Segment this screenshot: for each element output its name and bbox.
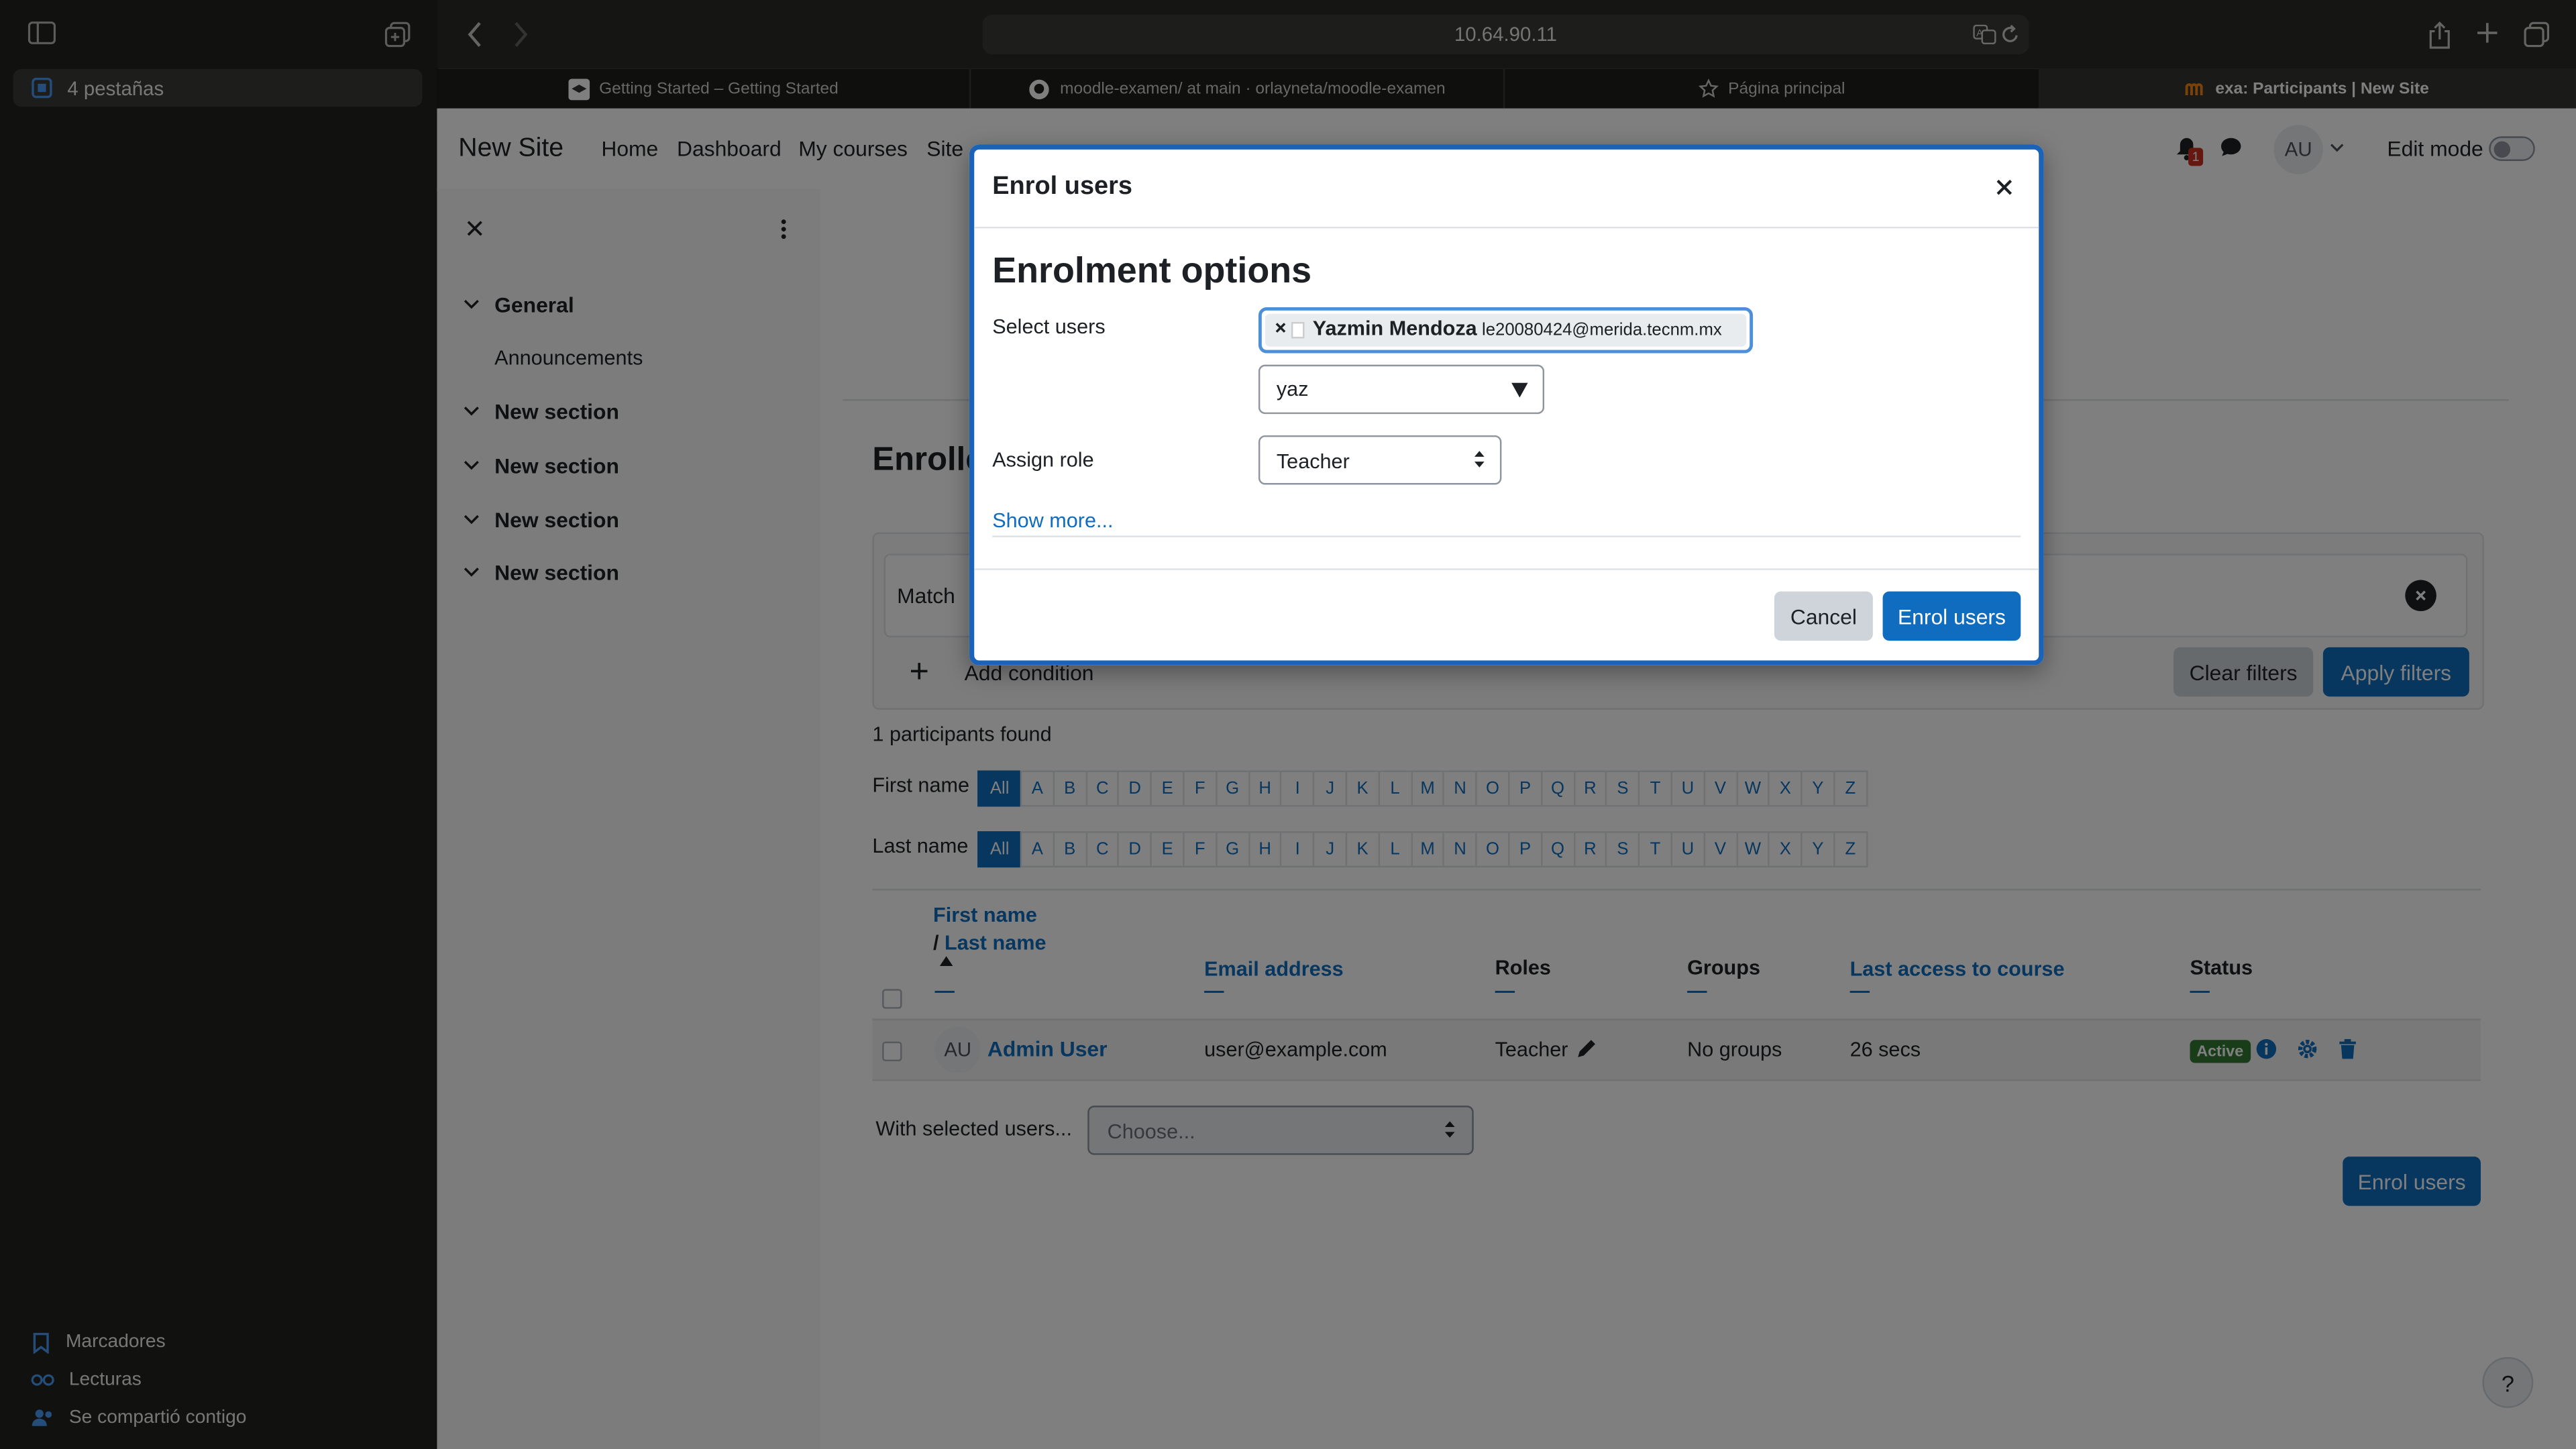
assign-role-select[interactable]: Teacher (1258, 435, 1502, 485)
remove-selection-icon[interactable] (1275, 322, 1286, 333)
modal-header-divider (974, 226, 2039, 229)
user-picture-icon (1291, 322, 1305, 339)
show-more-divider (992, 535, 2021, 537)
assign-role-label: Assign role (992, 448, 1094, 472)
modal-title: Enrol users (992, 172, 1133, 201)
assign-role-value: Teacher (1276, 450, 1350, 474)
select-users-label: Select users (992, 315, 1106, 339)
selected-user-chip[interactable]: Yazmin Mendoza le20080424@merida.tecnm.m… (1265, 313, 1747, 347)
select-caret-icon (1474, 450, 1485, 468)
modal-enrol-users-button[interactable]: Enrol users (1882, 591, 2021, 641)
enrolment-options-heading: Enrolment options (992, 250, 1312, 291)
enrol-users-modal: Enrol users Enrolment options Select use… (969, 144, 2044, 665)
selected-user-email: le20080424@merida.tecnm.mx (1481, 320, 1722, 340)
selected-users-area: Yazmin Mendoza le20080424@merida.tecnm.m… (1258, 307, 1754, 354)
modal-footer-divider (974, 568, 2039, 570)
user-search-value: yaz (1276, 378, 1309, 401)
cancel-button[interactable]: Cancel (1774, 591, 1873, 641)
user-search-input[interactable]: yaz (1258, 364, 1545, 415)
dropdown-arrow-icon[interactable] (1511, 382, 1528, 398)
modal-close-icon[interactable] (1996, 179, 2012, 195)
show-more-link[interactable]: Show more... (992, 509, 1113, 532)
selected-user-name: Yazmin Mendoza (1312, 317, 1477, 340)
